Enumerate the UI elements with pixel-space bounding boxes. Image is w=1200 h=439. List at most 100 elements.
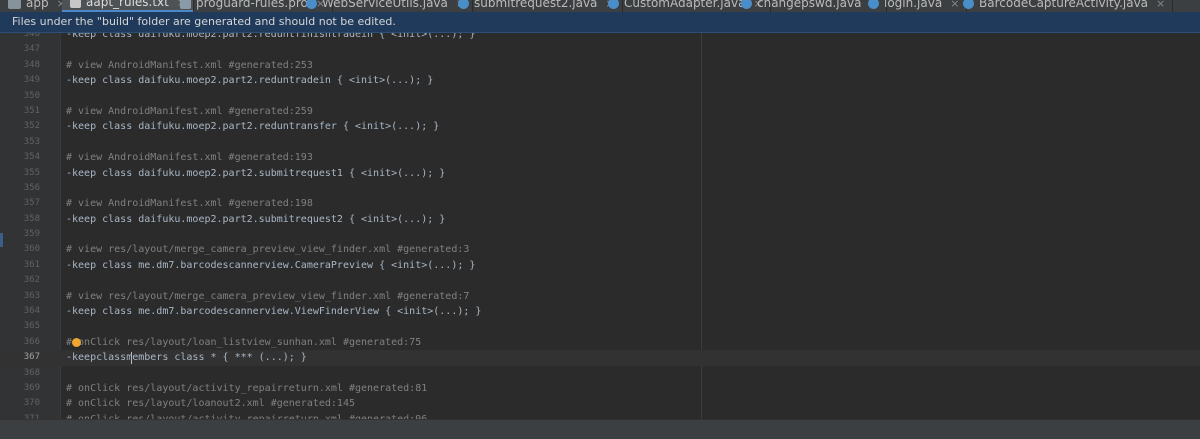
code-line[interactable]: 347 bbox=[0, 42, 1200, 57]
line-number: 348 bbox=[23, 59, 40, 70]
line-number: 349 bbox=[23, 75, 40, 86]
tab-label: WebServiceUtils.java bbox=[322, 0, 448, 10]
generated-files-warning-banner: Files under the "build" folder are gener… bbox=[0, 12, 1200, 33]
code-line[interactable]: 356 bbox=[0, 181, 1200, 196]
tab-label: BarcodeCaptureActivity.java bbox=[979, 0, 1149, 10]
text-file-icon bbox=[70, 0, 81, 8]
line-number: 351 bbox=[23, 105, 40, 116]
code-text[interactable]: -keep class daifuku.moep2.part2.reduntra… bbox=[66, 119, 439, 134]
code-text[interactable]: # view AndroidManifest.xml #generated:25… bbox=[66, 104, 313, 119]
java-class-icon bbox=[868, 0, 879, 9]
code-line[interactable]: 365 bbox=[0, 319, 1200, 334]
line-number: 371 bbox=[23, 413, 40, 419]
line-number: 356 bbox=[23, 182, 40, 193]
line-number: 352 bbox=[23, 121, 40, 132]
line-number: 367 bbox=[23, 352, 40, 363]
code-text[interactable]: -keep class daifuku.moep2.part2.reduntra… bbox=[66, 73, 433, 88]
line-number: 364 bbox=[23, 306, 40, 317]
line-number: 370 bbox=[23, 398, 40, 409]
tab-label: proguard-rules.pro bbox=[196, 0, 308, 10]
code-text[interactable]: -keep class daifuku.moep2.part2.submitre… bbox=[66, 166, 445, 181]
code-line[interactable]: 363 # view res/layout/merge_camera_previe… bbox=[0, 289, 1200, 304]
code-text[interactable]: # onClick res/layout/loan_listview_sunha… bbox=[66, 335, 421, 350]
text-caret bbox=[131, 352, 132, 365]
line-number: 346 bbox=[23, 33, 40, 39]
code-line[interactable]: 364 -keep class me.dm7.barcodescannerview… bbox=[0, 304, 1200, 319]
line-number: 357 bbox=[23, 198, 40, 209]
code-line[interactable]: 366 # onClick res/layout/loan_listview_su… bbox=[0, 335, 1200, 350]
code-text[interactable]: # onClick res/layout/activity_repairretu… bbox=[66, 412, 427, 419]
line-number: 365 bbox=[23, 321, 40, 332]
tab-label: app bbox=[26, 0, 49, 10]
code-text[interactable]: # view AndroidManifest.xml #generated:25… bbox=[66, 58, 313, 73]
code-line[interactable]: 357 # view AndroidManifest.xml #generated… bbox=[0, 196, 1200, 211]
code-line[interactable]: 348 # view AndroidManifest.xml #generated… bbox=[0, 58, 1200, 73]
intention-bulb-icon[interactable] bbox=[72, 337, 81, 347]
line-number: 359 bbox=[23, 229, 40, 240]
code-editor[interactable]: 346 -keep class daifuku.moep2.part2.redun… bbox=[0, 33, 1200, 419]
bottom-tool-strip bbox=[0, 419, 1200, 439]
tab-webserviceutils-java[interactable]: WebServiceUtils.java× bbox=[298, 0, 474, 12]
java-class-icon bbox=[458, 0, 469, 9]
tab-submitrequest2-java[interactable]: submitrequest2.java× bbox=[450, 0, 623, 12]
tab-label: submitrequest2.java bbox=[474, 0, 598, 10]
code-line[interactable]: 370 # onClick res/layout/loanout2.xml #ge… bbox=[0, 396, 1200, 411]
code-line[interactable]: 355 -keep class daifuku.moep2.part2.submi… bbox=[0, 166, 1200, 181]
line-number: 354 bbox=[23, 152, 40, 163]
java-class-icon bbox=[306, 0, 317, 9]
code-line[interactable]: 361 -keep class me.dm7.barcodescannerview… bbox=[0, 258, 1200, 273]
tab-label: aapt_rules.txt bbox=[86, 0, 169, 9]
code-line[interactable]: 352 -keep class daifuku.moep2.part2.redun… bbox=[0, 119, 1200, 134]
code-line[interactable]: 353 bbox=[0, 135, 1200, 150]
tab-separator bbox=[1172, 0, 1174, 12]
tab-label: CustomAdapter.java bbox=[624, 0, 746, 10]
tab-label: changepswd.java bbox=[757, 0, 862, 10]
line-number: 368 bbox=[23, 367, 40, 378]
code-line[interactable]: 360 # view res/layout/merge_camera_previe… bbox=[0, 242, 1200, 257]
tab-barcodecaptureactivity-java[interactable]: BarcodeCaptureActivity.java × bbox=[955, 0, 1174, 12]
code-text[interactable]: # onClick res/layout/loanout2.xml #gener… bbox=[66, 396, 355, 411]
java-class-icon bbox=[608, 0, 619, 9]
java-class-icon bbox=[741, 0, 752, 9]
line-number: 362 bbox=[23, 275, 40, 286]
code-text[interactable]: # onClick res/layout/activity_repairretu… bbox=[66, 381, 427, 396]
line-number: 358 bbox=[23, 213, 40, 224]
tab-login-java[interactable]: login.java × bbox=[860, 0, 968, 12]
line-number: 369 bbox=[23, 382, 40, 393]
code-text[interactable]: # view res/layout/merge_camera_preview_v… bbox=[66, 289, 469, 304]
code-line[interactable]: 369 # onClick res/layout/activity_repairr… bbox=[0, 381, 1200, 396]
folder-icon bbox=[8, 0, 21, 9]
code-line[interactable]: 368 bbox=[0, 366, 1200, 381]
code-line[interactable]: 351 # view AndroidManifest.xml #generated… bbox=[0, 104, 1200, 119]
code-text[interactable]: # view AndroidManifest.xml #generated:19… bbox=[66, 150, 313, 165]
line-number: 355 bbox=[23, 167, 40, 178]
line-number: 360 bbox=[23, 244, 40, 255]
code-line[interactable]: 350 bbox=[0, 89, 1200, 104]
code-line[interactable]: 358 -keep class daifuku.moep2.part2.submi… bbox=[0, 212, 1200, 227]
line-number: 361 bbox=[23, 259, 40, 270]
code-text[interactable]: -keep class me.dm7.barcodescannerview.Ca… bbox=[66, 258, 475, 273]
code-line[interactable]: 359 bbox=[0, 227, 1200, 242]
code-line[interactable]: 362 bbox=[0, 273, 1200, 288]
code-line[interactable]: 349 -keep class daifuku.moep2.part2.redun… bbox=[0, 73, 1200, 88]
java-class-icon bbox=[963, 0, 974, 9]
pro-file-icon bbox=[180, 0, 191, 9]
code-lines[interactable]: 346 -keep class daifuku.moep2.part2.redun… bbox=[0, 33, 1200, 419]
code-text[interactable]: # view AndroidManifest.xml #generated:19… bbox=[66, 196, 313, 211]
line-number: 363 bbox=[23, 290, 40, 301]
close-icon[interactable]: × bbox=[1156, 0, 1165, 10]
line-number: 350 bbox=[23, 90, 40, 101]
line-number: 366 bbox=[23, 336, 40, 347]
code-text[interactable]: -keepclassmembers class * { *** (...); } bbox=[66, 350, 307, 365]
code-text[interactable]: # view res/layout/merge_camera_preview_v… bbox=[66, 242, 469, 257]
tab-label: login.java bbox=[884, 0, 943, 10]
code-text[interactable]: -keep class me.dm7.barcodescannerview.Vi… bbox=[66, 304, 481, 319]
line-number: 353 bbox=[23, 136, 40, 147]
code-line[interactable]: 346 -keep class daifuku.moep2.part2.redun… bbox=[0, 33, 1200, 42]
code-line[interactable]: 367 -keepclassmembers class * { *** (...)… bbox=[0, 350, 1200, 366]
code-text[interactable]: -keep class daifuku.moep2.part2.reduntfi… bbox=[66, 33, 475, 42]
code-line[interactable]: 354 # view AndroidManifest.xml #generated… bbox=[0, 150, 1200, 165]
code-line[interactable]: 371 # onClick res/layout/activity_repairr… bbox=[0, 412, 1200, 419]
code-text[interactable]: -keep class daifuku.moep2.part2.submitre… bbox=[66, 212, 445, 227]
bookmark-marker bbox=[0, 233, 3, 247]
